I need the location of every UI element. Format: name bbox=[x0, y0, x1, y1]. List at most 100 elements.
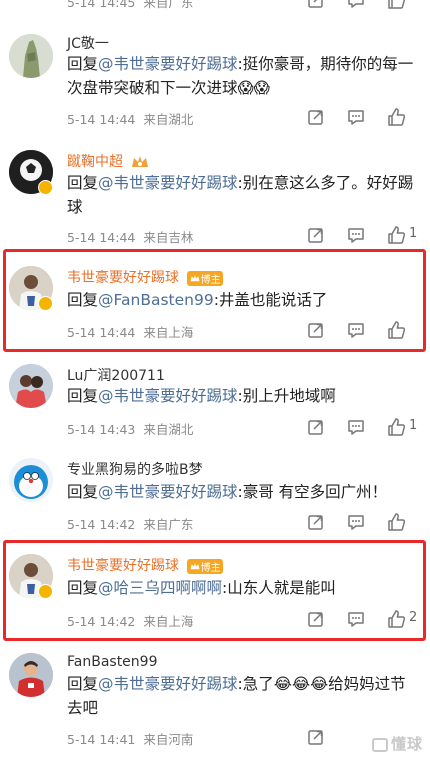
reply-prefix: 回复 bbox=[67, 483, 99, 501]
like-icon[interactable] bbox=[385, 416, 407, 438]
comment-meta: 5-14 14:43 来自湖北 bbox=[67, 419, 193, 438]
comment-time: 5-14 14:42 bbox=[67, 614, 136, 629]
comment-text: :别上升地域啊 bbox=[237, 387, 336, 405]
reply-prefix: 回复 bbox=[67, 579, 99, 597]
username-text[interactable]: 韦世豪要好好踢球 bbox=[67, 558, 179, 574]
reply-prefix: 回复 bbox=[67, 291, 99, 309]
like-icon[interactable] bbox=[385, 0, 407, 11]
comment-actions: 2 bbox=[305, 608, 423, 630]
mention-link[interactable]: @韦世豪要好好踢球 bbox=[98, 55, 238, 73]
comment-location: 来自广东 bbox=[143, 517, 194, 532]
comment-text: :豪哥 有空多回广州！ bbox=[237, 483, 388, 501]
comment-meta: 5-14 14:41 来自河南 bbox=[67, 729, 193, 748]
share-icon[interactable] bbox=[305, 608, 327, 630]
comment-text: :井盖也能说话了 bbox=[213, 291, 328, 309]
like-icon[interactable] bbox=[385, 608, 407, 630]
comment-icon[interactable] bbox=[345, 416, 367, 438]
comment-meta: 5-14 14:42 来自广东 bbox=[67, 514, 193, 533]
comment-body: 回复@韦世豪要好好踢球:挺你豪哥，期待你的每一次盘带突破和下一次进球😱😱 bbox=[67, 52, 417, 100]
comment-username[interactable]: FanBasten99 bbox=[67, 654, 158, 670]
comment-actions bbox=[305, 319, 423, 341]
crown-badge-icon bbox=[132, 156, 149, 167]
comment-icon[interactable] bbox=[345, 106, 367, 128]
mention-link[interactable]: @韦世豪要好好踢球 bbox=[98, 483, 238, 501]
mention-link[interactable]: @韦世豪要好好踢球 bbox=[98, 174, 238, 192]
comment-time: 5-14 14:41 bbox=[67, 732, 136, 747]
crown-badge-icon bbox=[191, 274, 200, 281]
mention-link[interactable]: @哈三乌四啊啊啊 bbox=[98, 579, 222, 597]
comment-body: 回复@韦世豪要好好踢球:急了😂😂😂给妈妈过节去吧 bbox=[67, 672, 417, 720]
mention-link[interactable]: @韦世豪要好好踢球 bbox=[98, 675, 238, 693]
comment-time: 5-14 14:42 bbox=[67, 517, 136, 532]
blogger-badge: 博主 bbox=[187, 270, 224, 286]
comment-actions bbox=[305, 0, 423, 11]
like-count: 2 bbox=[409, 610, 418, 625]
comment-actions bbox=[305, 106, 423, 128]
verified-icon bbox=[38, 180, 53, 195]
reply-prefix: 回复 bbox=[67, 174, 99, 192]
comment-icon[interactable] bbox=[345, 608, 367, 630]
comment-body: 回复@韦世豪要好好踢球:豪哥 有空多回广州！ bbox=[67, 480, 417, 504]
share-icon[interactable] bbox=[305, 416, 327, 438]
comment-username[interactable]: 蹴鞠中超 bbox=[67, 151, 149, 171]
comment-username[interactable]: JC敬一 bbox=[67, 33, 109, 53]
share-icon[interactable] bbox=[305, 0, 327, 11]
verified-icon bbox=[38, 296, 53, 311]
comment-icon[interactable] bbox=[345, 224, 367, 246]
comment-location: 来自吉林 bbox=[143, 230, 194, 245]
share-icon[interactable] bbox=[305, 224, 327, 246]
share-icon[interactable] bbox=[305, 319, 327, 341]
reply-prefix: 回复 bbox=[67, 387, 99, 405]
comment-meta: 5-14 14:44 来自湖北 bbox=[67, 109, 193, 128]
comment-location: 来自湖北 bbox=[143, 112, 194, 127]
comment-icon[interactable] bbox=[345, 0, 367, 11]
like-count: 1 bbox=[409, 226, 418, 241]
blogger-badge: 博主 bbox=[187, 558, 224, 574]
username-text[interactable]: 韦世豪要好好踢球 bbox=[67, 270, 179, 286]
avatar[interactable] bbox=[9, 458, 53, 502]
avatar[interactable] bbox=[9, 34, 53, 78]
comment-time: 5-14 14:45 bbox=[67, 0, 136, 10]
username-text[interactable]: 蹴鞠中超 bbox=[67, 154, 123, 170]
comment-meta: 5-14 14:45 来自广东 bbox=[67, 0, 193, 11]
like-icon[interactable] bbox=[385, 224, 407, 246]
comment-icon[interactable] bbox=[345, 511, 367, 533]
crown-badge-icon bbox=[191, 562, 200, 569]
avatar[interactable] bbox=[9, 364, 53, 408]
like-icon[interactable] bbox=[385, 511, 407, 533]
mention-link[interactable]: @FanBasten99 bbox=[98, 291, 214, 309]
comment-meta: 5-14 14:42 来自上海 bbox=[67, 611, 193, 630]
comment-actions: 1 bbox=[305, 224, 423, 246]
comment-username[interactable]: 韦世豪要好好踢球 博主 bbox=[67, 267, 224, 287]
comment-actions: 1 bbox=[305, 416, 423, 438]
comment-time: 5-14 14:44 bbox=[67, 112, 136, 127]
badge-label: 博主 bbox=[200, 562, 221, 574]
watermark-text: 懂球 bbox=[391, 735, 424, 753]
comment-username[interactable]: 韦世豪要好好踢球 博主 bbox=[67, 555, 224, 575]
comment-location: 来自湖北 bbox=[143, 422, 194, 437]
reply-prefix: 回复 bbox=[67, 55, 99, 73]
like-icon[interactable] bbox=[385, 106, 407, 128]
share-icon[interactable] bbox=[305, 511, 327, 533]
comment-text: :山东人就是能叫 bbox=[222, 579, 336, 597]
comment-time: 5-14 14:44 bbox=[67, 230, 136, 245]
mention-link[interactable]: @韦世豪要好好踢球 bbox=[98, 387, 238, 405]
share-icon[interactable] bbox=[305, 726, 327, 748]
comment-location: 来自上海 bbox=[143, 325, 194, 340]
comment-time: 5-14 14:44 bbox=[67, 325, 136, 340]
comment-body: 回复@韦世豪要好好踢球:别在意这么多了。好好踢球 bbox=[67, 171, 417, 219]
comment-icon[interactable] bbox=[345, 319, 367, 341]
comment-location: 来自上海 bbox=[143, 614, 194, 629]
comment-meta: 5-14 14:44 来自吉林 bbox=[67, 227, 193, 246]
comment-actions bbox=[305, 511, 423, 533]
comment-username[interactable]: 专业黑狗易的多啦B梦 bbox=[67, 459, 203, 479]
comment-username[interactable]: Lu广润200711 bbox=[67, 365, 165, 385]
reply-prefix: 回复 bbox=[67, 675, 99, 693]
watermark-logo-icon bbox=[372, 737, 388, 752]
avatar[interactable] bbox=[9, 653, 53, 697]
share-icon[interactable] bbox=[305, 106, 327, 128]
badge-label: 博主 bbox=[200, 274, 221, 286]
comment-location: 来自广东 bbox=[143, 0, 194, 10]
like-count: 1 bbox=[409, 418, 418, 433]
like-icon[interactable] bbox=[385, 319, 407, 341]
